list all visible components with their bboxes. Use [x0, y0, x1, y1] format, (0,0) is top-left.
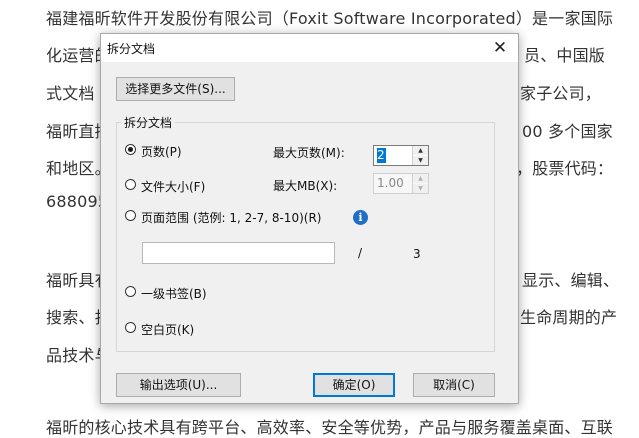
doc-line: 688095 [46, 192, 109, 211]
doc-line: 00 多个国家 [522, 122, 613, 141]
doc-line: 生命周期的产 [520, 308, 618, 327]
dialog-title: 拆分文档 [107, 42, 156, 56]
radio-pages-indicator[interactable] [125, 144, 136, 155]
spin-up-icon[interactable]: ▲ [413, 146, 428, 155]
doc-line: 福昕的核心技术具有跨平台、高效率、安全等优势，产品与服务覆盖桌面、互联 [46, 418, 614, 437]
output-options-button[interactable]: 输出选项(U)... [116, 373, 241, 397]
doc-line: 员、中国版 [524, 46, 606, 65]
radio-file-size-indicator[interactable] [125, 179, 136, 190]
radio-page-range-indicator[interactable] [125, 210, 136, 221]
max-pages-input[interactable]: 2 [377, 148, 386, 163]
max-mb-stepper: 1.00 ▲ ▼ [373, 173, 429, 194]
radio-bookmark-label: 一级书签(B) [141, 287, 207, 301]
total-pages: 3 [413, 247, 421, 261]
max-mb-arrows: ▲ ▼ [412, 174, 428, 193]
radio-bookmark-indicator[interactable] [125, 286, 136, 297]
max-pages-label: 最大页数(M): [273, 146, 345, 160]
doc-line: 福建福昕软件开发股份有限公司（Foxit Software Incorporat… [46, 9, 614, 28]
group-label: 拆分文档 [121, 114, 176, 131]
max-pages-stepper[interactable]: 2 ▲ ▼ [373, 145, 429, 166]
max-pages-arrows: ▲ ▼ [412, 146, 428, 165]
page-range-input[interactable] [142, 242, 335, 264]
radio-pages-label: 页数(P) [141, 145, 182, 159]
spin-up-icon: ▲ [413, 174, 428, 183]
doc-line: 显示、编辑、 [522, 271, 620, 290]
close-icon[interactable]: ✕ [490, 38, 510, 58]
doc-line: 家子公司， [520, 84, 602, 103]
dialog-titlebar: 拆分文档 ✕ [101, 34, 518, 62]
radio-blank-page-indicator[interactable] [125, 322, 136, 333]
radio-file-size-label: 文件大小(F) [141, 180, 206, 194]
cancel-button[interactable]: 取消(C) [413, 373, 495, 397]
spin-down-icon[interactable]: ▼ [413, 156, 428, 165]
max-mb-label: 最大MB(X): [273, 179, 338, 193]
page-separator: / [358, 246, 363, 260]
select-more-files-button[interactable]: 选择更多文件(S)... [116, 77, 235, 101]
doc-line: ，股票代码： [516, 159, 614, 178]
spin-down-icon: ▼ [413, 184, 428, 193]
split-document-dialog: 拆分文档 ✕ 选择更多文件(S)... 拆分文档 页数(P) 最大页数(M): … [100, 33, 519, 404]
ok-button[interactable]: 确定(O) [313, 373, 395, 397]
doc-line: 式文档 ( [46, 84, 107, 103]
radio-blank-page-label: 空白页(K) [141, 323, 195, 337]
max-mb-input: 1.00 [377, 176, 404, 190]
info-icon[interactable]: i [353, 210, 368, 225]
radio-page-range-label: 页面范围 (范例: 1, 2-7, 8-10)(R) [141, 211, 322, 225]
